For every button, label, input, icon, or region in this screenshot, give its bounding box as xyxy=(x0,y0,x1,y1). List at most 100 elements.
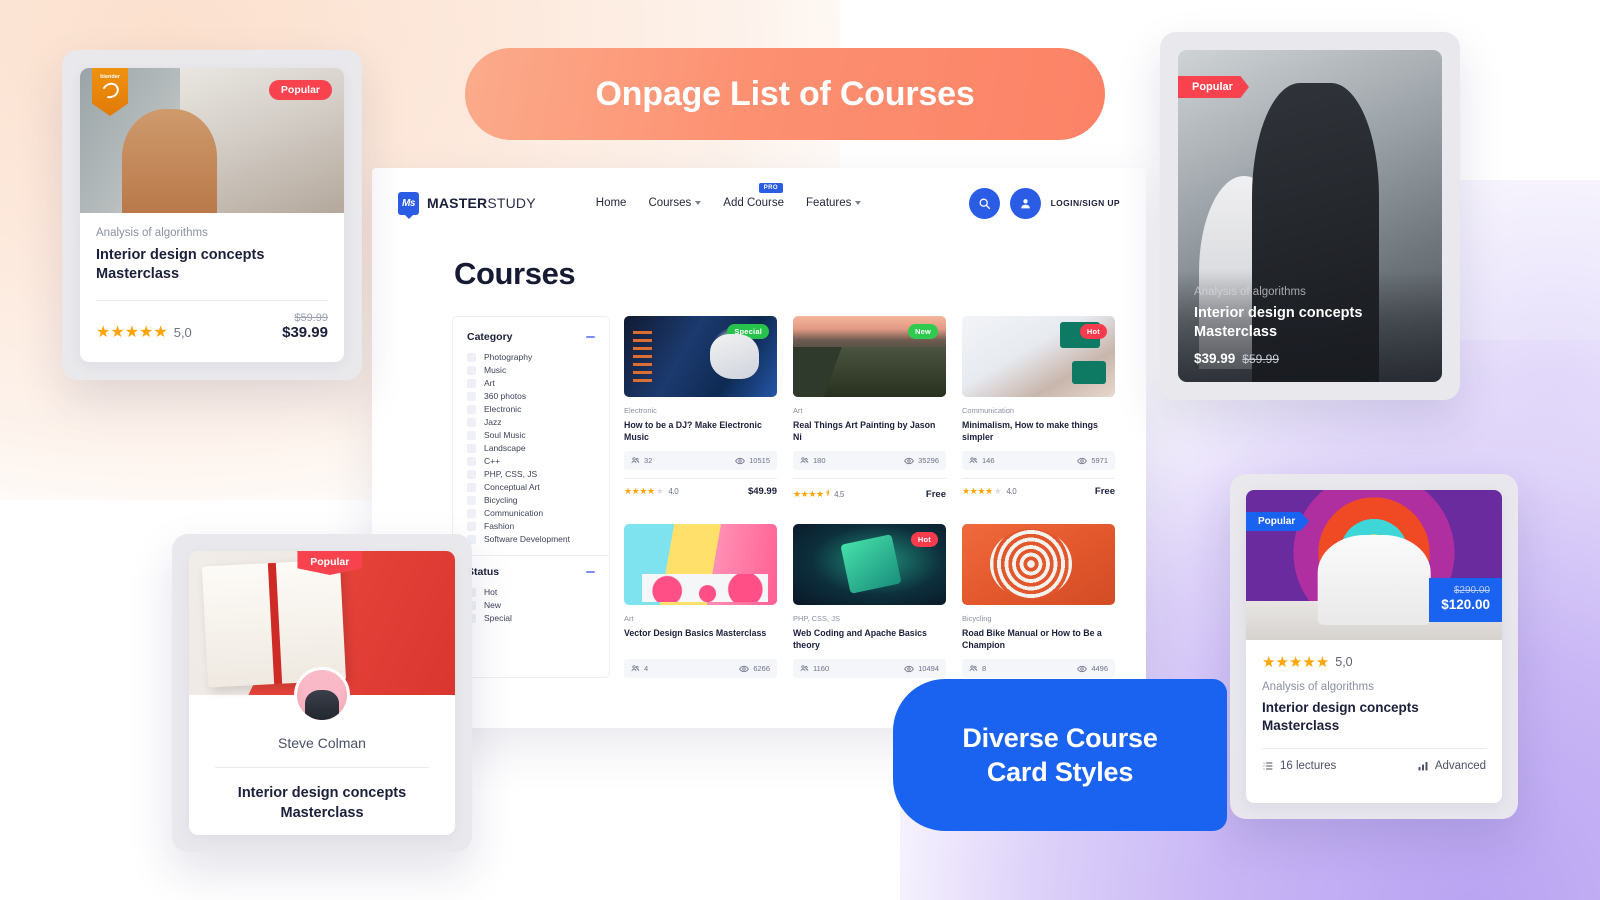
checkbox[interactable] xyxy=(467,495,476,505)
filter-status-header[interactable]: Status xyxy=(467,566,595,578)
course-title[interactable]: Vector Design Basics Masterclass xyxy=(624,627,777,651)
filter-option-software-development[interactable]: Software Development xyxy=(467,534,595,544)
collapse-minus-icon[interactable] xyxy=(586,571,595,573)
course-thumbnail[interactable] xyxy=(624,524,777,605)
filter-option-php-css-js[interactable]: PHP, CSS, JS xyxy=(467,469,595,479)
filter-option-label: Hot xyxy=(484,587,498,597)
course-title[interactable]: How to be a DJ? Make Electronic Music xyxy=(624,419,777,443)
site-logo[interactable]: Ms MASTERSTUDY xyxy=(398,191,536,215)
filter-option-bicycling[interactable]: Bicycling xyxy=(467,495,595,505)
course-thumbnail[interactable] xyxy=(962,524,1115,605)
filter-option-photography[interactable]: Photography xyxy=(467,352,595,362)
filter-option-music[interactable]: Music xyxy=(467,365,595,375)
checkbox[interactable] xyxy=(467,352,476,362)
course-title[interactable]: Interior design concepts Masterclass xyxy=(1262,699,1486,735)
filter-option-landscape[interactable]: Landscape xyxy=(467,443,595,453)
filter-option-label: Bicycling xyxy=(484,495,518,505)
checkbox[interactable] xyxy=(467,430,476,440)
card-inner: blender Popular Analysis of algorithms I… xyxy=(80,68,344,362)
filter-status-new[interactable]: New xyxy=(467,600,595,610)
floating-course-card-top-left[interactable]: blender Popular Analysis of algorithms I… xyxy=(62,50,362,380)
checkbox[interactable] xyxy=(467,469,476,479)
filter-option-electronic[interactable]: Electronic xyxy=(467,404,595,414)
course-thumbnail[interactable]: Hot xyxy=(962,316,1115,397)
filter-option-soul-music[interactable]: Soul Music xyxy=(467,430,595,440)
filter-option-jazz[interactable]: Jazz xyxy=(467,417,595,427)
course-title[interactable]: Road Bike Manual or How to Be a Champion xyxy=(962,627,1115,651)
checkbox[interactable] xyxy=(467,404,476,414)
course-title[interactable]: Real Things Art Painting by Jason Ni xyxy=(793,419,946,443)
students-icon xyxy=(800,665,809,672)
course-title[interactable]: Interior design concepts Masterclass xyxy=(1194,304,1426,342)
students-count: 32 xyxy=(644,456,653,465)
banner-onpage-list-of-courses: Onpage List of Courses xyxy=(465,48,1105,140)
account-button[interactable] xyxy=(1009,187,1041,219)
course-card[interactable]: Hot Communication Minimalism, How to mak… xyxy=(962,316,1115,502)
filter-option-communication[interactable]: Communication xyxy=(467,508,595,518)
filter-option-fashion[interactable]: Fashion xyxy=(467,521,595,531)
checkbox[interactable] xyxy=(467,482,476,492)
login-signup-link[interactable]: LOGIN/SIGN UP xyxy=(1051,198,1120,208)
eye-icon xyxy=(1077,665,1088,672)
course-thumbnail[interactable]: Hot xyxy=(793,524,946,605)
course-category: Art xyxy=(793,406,803,415)
views-count: 5971 xyxy=(1091,456,1108,465)
course-tag-special: Special xyxy=(727,324,769,339)
card-divider xyxy=(96,300,328,302)
course-thumbnail[interactable]: Special xyxy=(624,316,777,397)
floating-course-card-bottom-right[interactable]: Popular $290.00 $120.00 ★★★★★ 5,0 Analysi… xyxy=(1230,474,1518,819)
course-title[interactable]: Interior design concepts Masterclass xyxy=(96,246,328,284)
level-bars-icon xyxy=(1418,762,1428,771)
filter-option-label: Art xyxy=(484,378,495,388)
filter-category-title: Category xyxy=(467,331,513,343)
nav-item-features[interactable]: Features xyxy=(806,197,862,209)
course-card[interactable]: Hot PHP, CSS, JS Web Coding and Apache B… xyxy=(793,524,946,678)
checkbox[interactable] xyxy=(467,456,476,466)
course-stats: 4 6266 xyxy=(624,659,777,678)
course-price: Free xyxy=(1094,486,1115,497)
card-inner: Popular Analysis of algorithms Interior … xyxy=(1178,50,1442,382)
course-title[interactable]: Interior design concepts Masterclass xyxy=(189,784,455,823)
banner-diverse-course-card-styles: Diverse Course Card Styles xyxy=(893,679,1227,831)
collapse-minus-icon[interactable] xyxy=(586,336,595,338)
checkbox[interactable] xyxy=(467,508,476,518)
filter-status-hot[interactable]: Hot xyxy=(467,587,595,597)
course-stats: 32 10515 xyxy=(624,451,777,470)
course-thumbnail[interactable]: New xyxy=(793,316,946,397)
checkbox[interactable] xyxy=(467,378,476,388)
course-title[interactable]: Web Coding and Apache Basics theory xyxy=(793,627,946,651)
price-block: $59.99 $39.99 xyxy=(282,312,328,342)
students-icon xyxy=(969,457,978,464)
course-card[interactable]: Special Electronic How to be a DJ? Make … xyxy=(624,316,777,502)
nav-item-add-course[interactable]: Add Course xyxy=(723,197,784,209)
course-title[interactable]: Minimalism, How to make things simpler xyxy=(962,419,1115,443)
search-button[interactable] xyxy=(968,187,1000,219)
course-card[interactable]: New Art Real Things Art Painting by Jaso… xyxy=(793,316,946,502)
banner-title-line2: Card Styles xyxy=(986,757,1134,787)
filter-category-header[interactable]: Category xyxy=(467,331,595,343)
course-card[interactable]: Bicycling Road Bike Manual or How to Be … xyxy=(962,524,1115,678)
floating-instructor-card-bottom-left[interactable]: Popular Steve Colman Interior design con… xyxy=(172,534,472,852)
filter-option-cpp[interactable]: C++ xyxy=(467,456,595,466)
nav-item-home[interactable]: Home xyxy=(596,197,627,209)
filter-category-list: Photography Music Art 360 photos Electro… xyxy=(467,352,595,544)
checkbox[interactable] xyxy=(467,417,476,427)
floating-course-card-top-right[interactable]: Popular Analysis of algorithms Interior … xyxy=(1160,32,1460,400)
eye-icon xyxy=(739,665,750,672)
logo-text-bold: MASTER xyxy=(427,195,488,211)
checkbox[interactable] xyxy=(467,521,476,531)
filter-option-360-photos[interactable]: 360 photos xyxy=(467,391,595,401)
checkbox[interactable] xyxy=(467,365,476,375)
filter-status-special[interactable]: Special xyxy=(467,613,595,623)
course-card[interactable]: Art Vector Design Basics Masterclass 4 6… xyxy=(624,524,777,678)
nav-item-courses[interactable]: Courses xyxy=(648,197,702,209)
filter-option-art[interactable]: Art xyxy=(467,378,595,388)
user-icon xyxy=(1020,198,1030,208)
course-category: Bicycling xyxy=(962,614,992,623)
checkbox[interactable] xyxy=(467,391,476,401)
old-price: $59.99 xyxy=(1242,352,1279,366)
blender-badge-icon: blender xyxy=(92,68,128,116)
course-rating-row: ★★★★ ⯨ 4.5 Free xyxy=(793,486,946,502)
filter-option-conceptual-art[interactable]: Conceptual Art xyxy=(467,482,595,492)
checkbox[interactable] xyxy=(467,443,476,453)
